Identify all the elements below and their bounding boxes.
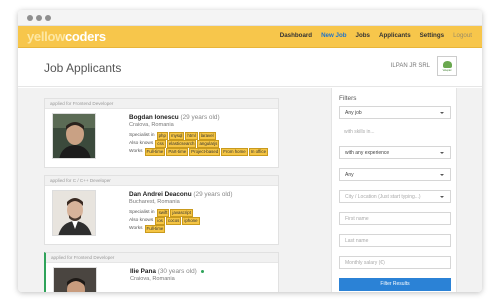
skills-input[interactable]: with skills in... — [339, 126, 451, 139]
applicant-name[interactable]: Ilie Pana — [130, 268, 156, 275]
specialist-row: Specialist in swift javascript — [129, 209, 193, 217]
skill-tag: html — [185, 132, 198, 140]
first-name-input[interactable]: First name — [339, 212, 451, 225]
applicant-location: Craiova, Romania — [129, 122, 174, 128]
filter-results-button[interactable]: Filter Results — [339, 278, 451, 291]
work-type-tag: Part-time — [166, 148, 189, 156]
chevron-down-icon — [440, 152, 444, 154]
skill-tag: swift — [156, 209, 170, 217]
job-select-value: Any job — [345, 110, 362, 116]
company-name[interactable]: ILPAN JR SRL — [391, 63, 430, 69]
company-logo[interactable]: Velepiel — [437, 56, 457, 76]
window-close-dot[interactable] — [27, 15, 33, 21]
page-title: Job Applicants — [44, 61, 122, 75]
applicant-photo[interactable] — [52, 113, 96, 159]
skill-tag: cocos — [165, 217, 182, 225]
work-type-tag: From home — [221, 148, 248, 156]
work-type-tag: Full-time — [144, 225, 166, 233]
experience-select[interactable]: with any experience — [339, 146, 451, 159]
skill-tag: iphone — [182, 217, 200, 225]
works-label: Works — [129, 149, 143, 155]
top-navigation-bar: yellowcoders Dashboard New Job Jobs Appl… — [18, 26, 482, 48]
applicant-photo[interactable] — [52, 190, 96, 236]
applicant-name-line: Ilie Pana (30 years old) — [130, 268, 204, 275]
applicant-name-line: Dan Andrei Deaconu (29 years old) — [129, 191, 232, 198]
also-knows-row: Also knows css elasticsearch angularjs — [129, 140, 220, 148]
applied-for-label: applied for Frontend Developer — [46, 253, 278, 263]
salary-input[interactable]: Monthly salary (€) — [339, 256, 451, 269]
first-name-placeholder: First name — [345, 216, 369, 222]
main-content: applied for Frontend Developer Bogdan Io… — [18, 88, 482, 292]
works-row: Works Full-time Part-time Project-based … — [129, 148, 269, 156]
also-knows-label: Also knows — [129, 218, 154, 224]
chevron-down-icon — [440, 196, 444, 198]
specialist-label: Specialist in — [129, 210, 155, 216]
applicant-age: (30 years old) — [157, 268, 197, 275]
skill-tag: elasticsearch — [166, 140, 197, 148]
skill-tag: javascript — [170, 209, 193, 217]
skill-tag: ios — [155, 217, 165, 225]
leaf-icon — [442, 60, 452, 68]
applicant-age: (29 years old) — [180, 114, 220, 121]
city-select-placeholder: City / Location (Just start typing...) — [345, 194, 421, 200]
applicant-card[interactable]: applied for Frontend Developer Ilie Pana… — [44, 252, 279, 292]
chevron-down-icon — [440, 174, 444, 176]
applicant-name[interactable]: Dan Andrei Deaconu — [129, 191, 192, 198]
main-nav: Dashboard New Job Jobs Applicants Settin… — [280, 32, 472, 39]
type-select[interactable]: Any — [339, 168, 451, 181]
experience-select-value: with any experience — [345, 150, 390, 156]
skill-tag: css — [155, 140, 166, 148]
applicant-card[interactable]: applied for C / C++ Developer Dan Andrei… — [44, 175, 279, 245]
applicant-photo[interactable] — [53, 267, 97, 292]
works-label: Works — [129, 226, 143, 232]
specialist-row: Specialist in php mysql html laravel — [129, 132, 216, 140]
logo-yellow-text: yellow — [27, 29, 65, 44]
skill-tag: mysql — [168, 132, 185, 140]
window-maximize-dot[interactable] — [45, 15, 51, 21]
applied-for-label: applied for Frontend Developer — [45, 99, 278, 109]
skill-tag: angularjs — [197, 140, 220, 148]
job-select[interactable]: Any job — [339, 106, 451, 119]
nav-settings[interactable]: Settings — [420, 32, 444, 39]
browser-window: yellowcoders Dashboard New Job Jobs Appl… — [18, 10, 482, 292]
applicant-location: Craiova, Romania — [130, 276, 175, 282]
works-row: Works Full-time — [129, 225, 166, 233]
work-type-tag: Project-based — [189, 148, 221, 156]
filters-panel: Filters Any job with skills in... with a… — [331, 88, 457, 292]
applicant-name[interactable]: Bogdan Ionescu — [129, 114, 179, 121]
skill-tag: laravel — [198, 132, 216, 140]
type-select-value: Any — [345, 172, 354, 178]
logo-coders-text: coders — [64, 29, 106, 44]
also-knows-row: Also knows ios cocos iphone — [129, 217, 200, 225]
filters-title: Filters — [339, 95, 357, 102]
window-titlebar — [18, 10, 482, 26]
applicant-name-line: Bogdan Ionescu (29 years old) — [129, 114, 220, 121]
nav-dashboard[interactable]: Dashboard — [280, 32, 312, 39]
nav-new-job[interactable]: New Job — [321, 32, 346, 39]
window-minimize-dot[interactable] — [36, 15, 42, 21]
nav-jobs[interactable]: Jobs — [356, 32, 370, 39]
company-logo-text: Velepiel — [442, 68, 452, 72]
chevron-down-icon — [440, 112, 444, 114]
skill-tag: php — [156, 132, 168, 140]
city-select[interactable]: City / Location (Just start typing...) — [339, 190, 451, 203]
nav-logout[interactable]: Logout — [453, 32, 472, 39]
work-type-tag: In office — [248, 148, 269, 156]
app-logo[interactable]: yellowcoders — [27, 29, 106, 44]
specialist-label: Specialist in — [129, 133, 155, 139]
page-header: Job Applicants ILPAN JR SRL Velepiel — [18, 49, 482, 87]
applicant-location: Bucharest, Romania — [129, 199, 180, 205]
skills-input-placeholder: with skills in... — [344, 129, 375, 135]
applied-for-label: applied for C / C++ Developer — [45, 176, 278, 186]
salary-placeholder: Monthly salary (€) — [345, 260, 385, 266]
nav-applicants[interactable]: Applicants — [379, 32, 411, 39]
also-knows-label: Also knows — [129, 141, 154, 147]
applicant-age: (29 years old) — [193, 191, 233, 198]
online-status-icon — [200, 269, 204, 273]
work-type-tag: Full-time — [144, 148, 166, 156]
last-name-placeholder: Last name — [345, 238, 369, 244]
last-name-input[interactable]: Last name — [339, 234, 451, 247]
applicant-card[interactable]: applied for Frontend Developer Bogdan Io… — [44, 98, 279, 168]
